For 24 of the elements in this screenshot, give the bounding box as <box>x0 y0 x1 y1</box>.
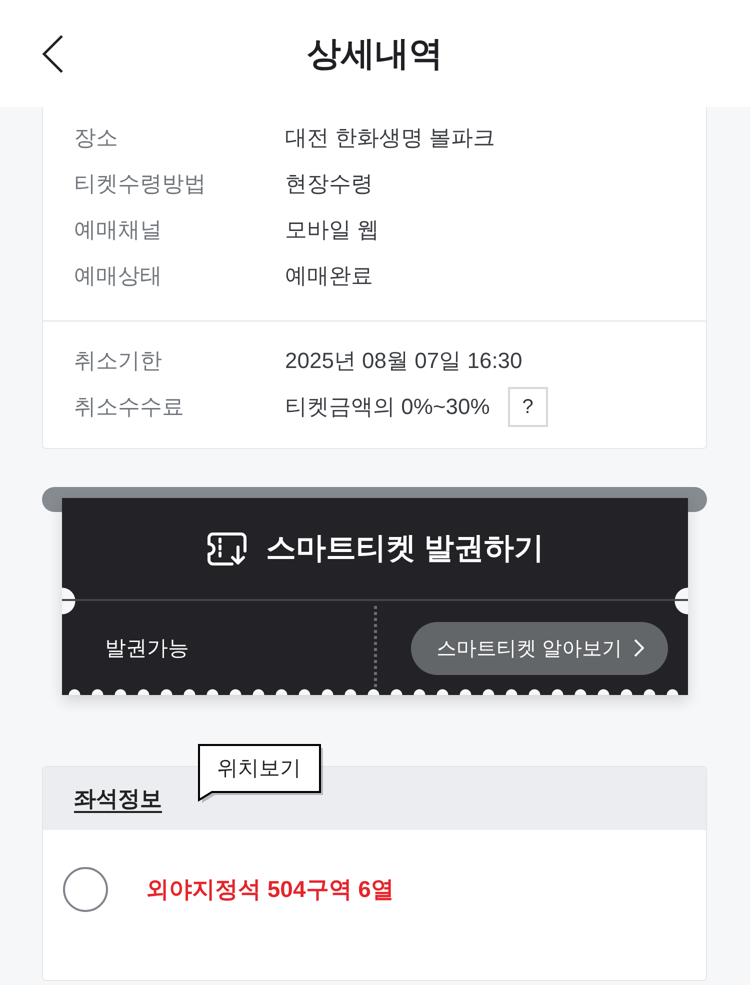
view-location-tooltip[interactable]: 위치보기 <box>198 744 324 804</box>
chevron-left-icon <box>42 34 64 72</box>
page-title: 상세내역 <box>307 34 443 74</box>
info-value: 티켓금액의 0%~30% <box>285 393 490 421</box>
info-value: 예매완료 <box>285 262 373 290</box>
seat-label: 외야지정석 504구역 6열 <box>146 875 394 904</box>
info-label: 티켓수령방법 <box>74 170 207 198</box>
ticket-download-icon <box>206 530 248 566</box>
seat-radio[interactable] <box>63 867 108 912</box>
chevron-right-icon <box>634 639 644 657</box>
info-value: 현장수령 <box>285 170 373 198</box>
help-button[interactable]: ? <box>508 387 548 427</box>
info-label: 장소 <box>74 124 119 152</box>
info-value: 2025년 08월 07일 16:30 <box>285 347 522 375</box>
issue-ticket-button[interactable]: 스마트티켓 발권하기 <box>206 528 544 569</box>
ticket-status-text: 발권가능 <box>104 636 189 662</box>
info-value: 대전 한화생명 볼파크 <box>285 124 496 152</box>
info-label: 취소기한 <box>74 347 163 375</box>
smart-ticket-info-button[interactable]: 스마트티켓 알아보기 <box>411 622 668 674</box>
info-label: 예매채널 <box>74 216 163 244</box>
info-label: 취소수수료 <box>74 393 185 421</box>
info-value: 모바일 웹 <box>285 216 380 244</box>
seat-info-title: 좌석정보 <box>74 784 162 812</box>
info-label: 예매상태 <box>74 262 163 290</box>
